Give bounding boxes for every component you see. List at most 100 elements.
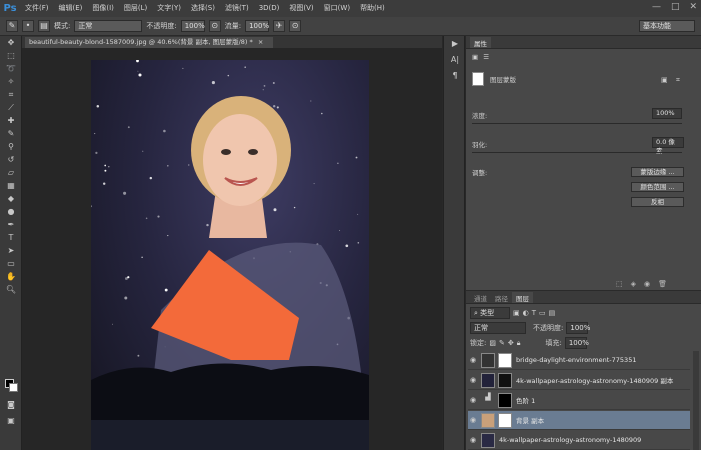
layer-kind-filter[interactable]: ⌕ 类型 — [470, 307, 510, 319]
star — [96, 105, 100, 108]
menu-type[interactable]: 文字(Y) — [152, 0, 186, 17]
dodge-tool-icon[interactable]: ● — [0, 205, 22, 218]
star — [102, 182, 106, 185]
mask-edge-button[interactable]: 蒙版边缘 ... — [631, 167, 684, 177]
screen-mode-icon[interactable]: ▣ — [0, 414, 22, 427]
delete-mask-icon[interactable]: 🗑︎ — [658, 280, 667, 288]
color-range-button[interactable]: 颜色范围 ... — [631, 182, 684, 192]
path-select-tool-icon[interactable]: ➤ — [0, 244, 22, 257]
blend-mode-select[interactable]: 正常 — [470, 322, 526, 334]
shape-filter-icon[interactable]: ▭ — [539, 309, 546, 317]
feather-field[interactable]: 0.0 像素 — [652, 137, 684, 155]
mode-select[interactable]: 正常 — [74, 20, 143, 32]
menu-select[interactable]: 选择(S) — [186, 0, 220, 17]
selection-from-mask-icon[interactable]: ⬚ — [616, 280, 623, 288]
background-color-swatch[interactable] — [9, 383, 18, 392]
tab-paths[interactable]: 路径 — [491, 292, 512, 303]
history-brush-tool-icon[interactable]: ↺ — [0, 153, 22, 166]
pressure-opacity-icon[interactable]: ⊙ — [208, 20, 221, 32]
invert-button[interactable]: 反相 — [631, 197, 684, 207]
lasso-tool-icon[interactable]: ➰ — [0, 62, 22, 75]
flow-field[interactable]: 100% — [245, 20, 269, 32]
close-window-button[interactable]: ✕ — [689, 2, 697, 12]
marquee-tool-icon[interactable]: ⬚ — [0, 49, 22, 62]
layer-row[interactable]: ◉ 4k-wallpaper-astrology-astronomy-14809… — [468, 371, 690, 390]
layers-scrollbar[interactable] — [693, 351, 699, 450]
lock-transparent-icon[interactable]: ▨ — [489, 339, 496, 347]
visibility-eye-icon[interactable]: ◉ — [468, 356, 478, 364]
opacity-field[interactable]: 100% — [180, 20, 205, 32]
hand-tool-icon[interactable]: ✋ — [0, 270, 22, 283]
face-shape — [203, 114, 277, 206]
fill-field[interactable]: 100% — [564, 337, 589, 349]
lock-position-icon[interactable]: ✥ — [508, 339, 514, 347]
pixel-mask-icon[interactable]: ▣ — [661, 76, 668, 84]
feather-slider[interactable] — [472, 152, 682, 153]
close-tab-icon[interactable]: × — [258, 38, 263, 46]
lock-all-icon[interactable]: 🔒︎ — [517, 339, 521, 348]
density-slider[interactable] — [472, 123, 682, 124]
type-tool-icon[interactable]: T — [0, 231, 22, 244]
quick-select-tool-icon[interactable]: ✧ — [0, 75, 22, 88]
visibility-eye-icon[interactable]: ◉ — [468, 396, 478, 404]
maximize-button[interactable]: □ — [671, 2, 680, 12]
tab-properties[interactable]: 属性 — [470, 37, 491, 48]
brush-tool-preset-icon[interactable]: ✎ — [6, 20, 18, 32]
eyedropper-tool-icon[interactable]: ⟋ — [0, 101, 22, 114]
tab-layers[interactable]: 图层 — [512, 292, 533, 303]
move-tool-icon[interactable]: ✥ — [0, 36, 22, 49]
feather-label: 羽化: — [472, 141, 488, 149]
pixel-filter-icon[interactable]: ▣ — [513, 309, 520, 317]
brush-tool-icon[interactable]: ✎ — [0, 127, 22, 140]
type-filter-icon[interactable]: T — [532, 309, 536, 317]
lock-image-icon[interactable]: ✎ — [499, 339, 505, 347]
tab-channels[interactable]: 通道 — [470, 292, 491, 303]
vector-mask-icon[interactable]: ⌗ — [676, 76, 680, 85]
star — [108, 166, 110, 168]
clone-stamp-tool-icon[interactable]: ⚲ — [0, 140, 22, 153]
paragraph-panel-icon[interactable]: ¶ — [444, 68, 466, 84]
left-eye — [221, 149, 231, 155]
crop-tool-icon[interactable]: ⌗ — [0, 88, 22, 101]
healing-brush-tool-icon[interactable]: ✚ — [0, 114, 22, 127]
layer-row[interactable]: ◉ ▟ 色阶 1 — [468, 391, 690, 410]
apply-mask-icon[interactable]: ◈ — [631, 280, 636, 288]
document-canvas[interactable] — [91, 60, 369, 450]
adjustment-filter-icon[interactable]: ◐ — [523, 309, 529, 317]
pen-tool-icon[interactable]: ✒ — [0, 218, 22, 231]
eraser-tool-icon[interactable]: ▱ — [0, 166, 22, 179]
shape-tool-icon[interactable]: ▭ — [0, 257, 22, 270]
toggle-mask-icon[interactable]: ◉ — [644, 280, 650, 288]
visibility-eye-icon[interactable]: ◉ — [468, 376, 478, 384]
menu-3d[interactable]: 3D(D) — [254, 0, 285, 17]
menu-image[interactable]: 图像(I) — [87, 0, 119, 17]
airbrush-icon[interactable]: ✈ — [273, 20, 286, 32]
visibility-eye-icon[interactable]: ◉ — [468, 436, 478, 444]
menu-view[interactable]: 视图(V) — [284, 0, 318, 17]
quick-mask-icon[interactable]: ◙ — [0, 398, 22, 411]
brush-panel-icon[interactable]: ▤ — [38, 20, 50, 32]
layer-opacity-field[interactable]: 100% — [566, 322, 590, 334]
blur-tool-icon[interactable]: ◆ — [0, 192, 22, 205]
menu-help[interactable]: 帮助(H) — [355, 0, 390, 17]
menu-file[interactable]: 文件(F) — [20, 0, 54, 17]
layer-row-selected[interactable]: ◉ 背景 副本 — [468, 411, 690, 430]
smart-object-filter-icon[interactable]: ▤ — [549, 309, 556, 317]
menu-window[interactable]: 窗口(W) — [319, 0, 355, 17]
menu-layer[interactable]: 图层(L) — [119, 0, 152, 17]
menu-filter[interactable]: 滤镜(T) — [220, 0, 254, 17]
character-panel-icon[interactable]: A| — [444, 52, 466, 68]
brush-size-icon[interactable]: • — [22, 20, 34, 32]
gradient-tool-icon[interactable]: ▦ — [0, 179, 22, 192]
minimize-button[interactable]: — — [652, 2, 661, 12]
pressure-size-icon[interactable]: ⊙ — [289, 20, 302, 32]
density-field[interactable]: 100% — [652, 108, 682, 119]
workspace-select[interactable]: 基本功能 — [639, 20, 695, 32]
visibility-eye-icon[interactable]: ◉ — [468, 416, 478, 424]
menu-edit[interactable]: 编辑(E) — [54, 0, 88, 17]
layer-row[interactable]: ◉ 4k-wallpaper-astrology-astronomy-14809… — [468, 431, 690, 450]
document-tab[interactable]: beautiful-beauty-blond-1587009.jpg @ 40.… — [25, 37, 273, 48]
play-icon[interactable]: ▶ — [444, 36, 466, 52]
zoom-tool-icon[interactable]: 🔍︎ — [0, 283, 22, 296]
layer-row[interactable]: ◉ bridge-daylight-environment-775351 — [468, 351, 690, 370]
